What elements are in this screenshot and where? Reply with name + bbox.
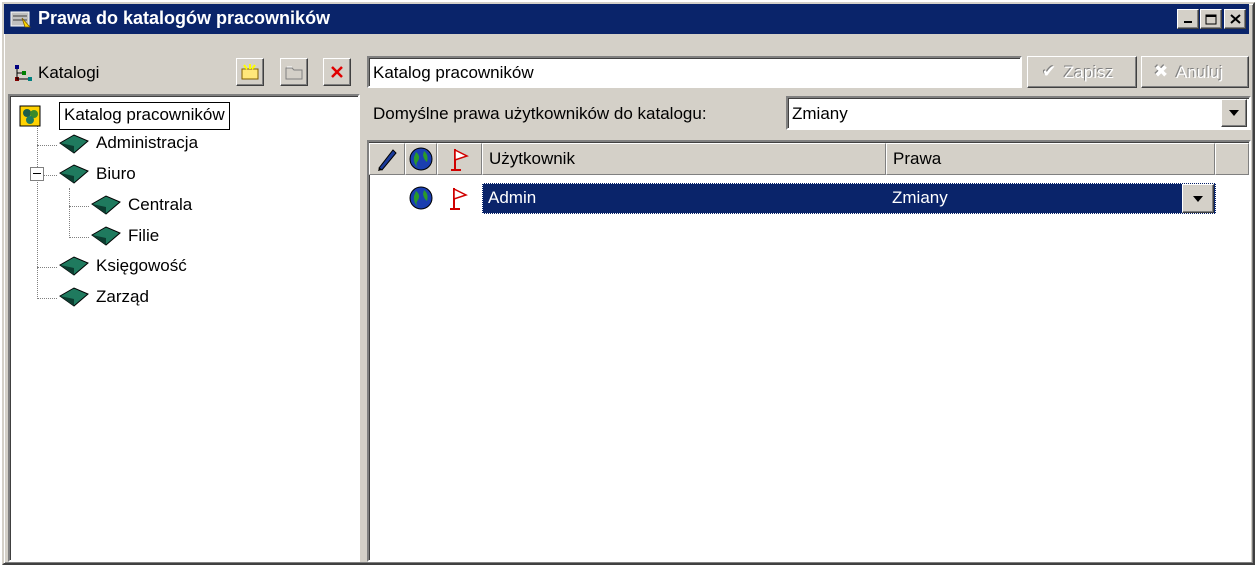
- tree-icon: [15, 65, 32, 81]
- tree-root[interactable]: Katalog pracowników: [59, 102, 230, 130]
- catalog-rights-icon: [10, 11, 31, 28]
- header-globe-column[interactable]: [405, 143, 437, 175]
- book-icon: [59, 164, 89, 184]
- cancel-x-icon: ✖: [1154, 62, 1169, 81]
- tree-line: [69, 237, 89, 238]
- book-icon: [59, 287, 89, 307]
- table-row[interactable]: Admin Zmiany: [482, 183, 1216, 214]
- header-filler: [1215, 143, 1249, 175]
- cancel-label: Anuluj: [1176, 63, 1224, 82]
- close-icon: [1229, 14, 1241, 24]
- header-user-column[interactable]: Użytkownik: [482, 143, 886, 175]
- maximize-button[interactable]: [1200, 9, 1222, 29]
- row-rights: Zmiany: [892, 188, 948, 207]
- tree-item-ksiegowosc[interactable]: Księgowość: [96, 256, 187, 276]
- tree-line: [69, 188, 70, 238]
- header-edit-column[interactable]: [369, 143, 405, 175]
- default-rights-select[interactable]: Zmiany: [786, 96, 1251, 130]
- pencil-icon: [378, 149, 397, 171]
- tree-item-biuro[interactable]: Biuro: [96, 164, 136, 184]
- row-user: Admin: [488, 188, 537, 207]
- red-flag-icon: [450, 187, 468, 210]
- tree-item-filie[interactable]: Filie: [128, 226, 159, 246]
- default-rights-label: Domyślne prawa użytkowników do katalogu:: [373, 104, 707, 123]
- book-icon: [59, 256, 89, 276]
- tree-root-label: Katalog pracowników: [64, 105, 225, 124]
- window-title: Prawa do katalogów pracowników: [38, 8, 331, 28]
- dropdown-button[interactable]: [1221, 99, 1247, 127]
- globe-icon: [409, 147, 433, 171]
- save-button[interactable]: ✔ Zapisz: [1027, 56, 1137, 88]
- tree-item-centrala[interactable]: Centrala: [128, 195, 192, 215]
- new-folder-icon: [241, 64, 259, 80]
- catalog-name-input[interactable]: Katalog pracowników: [367, 56, 1022, 88]
- book-icon: [91, 195, 121, 215]
- book-icon: [59, 134, 89, 154]
- header-rights-column[interactable]: Prawa: [886, 143, 1215, 175]
- new-catalog-button[interactable]: [236, 58, 264, 86]
- minimize-button[interactable]: [1177, 9, 1199, 29]
- cancel-button[interactable]: ✖ Anuluj: [1141, 56, 1249, 88]
- book-icon: [91, 226, 121, 246]
- close-button[interactable]: [1224, 9, 1246, 29]
- folder-icon: [285, 66, 303, 80]
- header-flag-column[interactable]: [437, 143, 482, 175]
- tree-line: [69, 206, 89, 207]
- header-rights-label: Prawa: [893, 149, 942, 168]
- chevron-down-icon: [1229, 110, 1239, 116]
- tree-line: [37, 298, 57, 299]
- maximize-icon: [1205, 14, 1217, 24]
- red-flag-icon: [451, 148, 469, 171]
- collapse-icon[interactable]: [30, 167, 44, 181]
- catalog-name-value: Katalog pracowników: [373, 63, 534, 82]
- globe-icon: [409, 186, 433, 210]
- default-rights-value: Zmiany: [792, 104, 848, 123]
- delete-catalog-button[interactable]: [323, 58, 351, 86]
- tree-line: [37, 267, 57, 268]
- row-rights-dropdown-button[interactable]: [1182, 184, 1214, 213]
- chevron-down-icon: [1193, 195, 1203, 202]
- people-group-icon: [19, 105, 41, 127]
- tree-item-zarzad[interactable]: Zarząd: [96, 287, 149, 307]
- minimize-icon: [1184, 21, 1192, 23]
- red-x-icon: [331, 66, 343, 78]
- catalog-properties-button[interactable]: [280, 58, 308, 86]
- check-icon: ✔: [1042, 62, 1057, 81]
- tree-line: [44, 175, 57, 176]
- sidebar-header-label: Katalogi: [38, 63, 100, 82]
- tree-line: [37, 124, 38, 299]
- title-bar[interactable]: Prawa do katalogów pracowników: [4, 4, 1249, 34]
- tree-line: [37, 145, 57, 146]
- save-label: Zapisz: [1064, 63, 1115, 82]
- tree-item-administracja[interactable]: Administracja: [96, 133, 198, 153]
- header-user-label: Użytkownik: [489, 149, 575, 168]
